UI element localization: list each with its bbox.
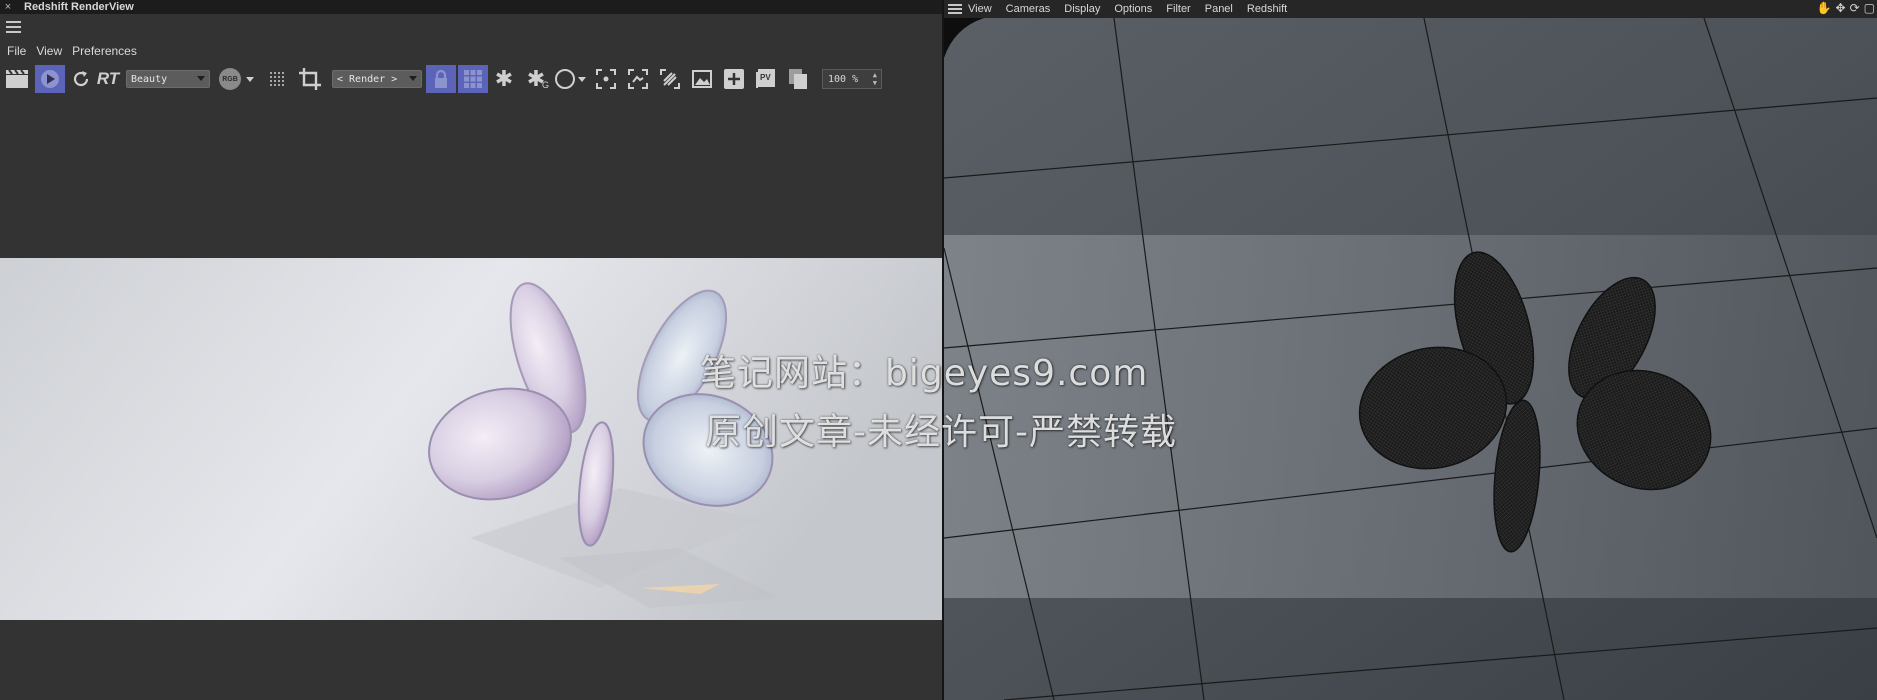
rotate-icon[interactable]: ⟳ — [1850, 1, 1860, 15]
menu-view[interactable]: View — [36, 44, 62, 58]
copy-icon[interactable] — [782, 65, 814, 93]
menu-view[interactable]: View — [968, 3, 992, 15]
focus-icon[interactable] — [590, 65, 622, 93]
viewport-hamburger-icon[interactable] — [948, 4, 962, 14]
hamburger-menu-icon[interactable] — [6, 21, 21, 33]
close-icon[interactable]: × — [0, 1, 16, 13]
render-select[interactable]: < Render > — [332, 70, 422, 88]
image-icon[interactable] — [686, 65, 718, 93]
chevron-down-icon — [197, 76, 205, 81]
menu-file[interactable]: File — [7, 44, 26, 58]
app-root: × Redshift RenderView File View Preferen… — [0, 0, 1877, 700]
snowflake-g-icon[interactable]: ✱ G — [520, 65, 552, 93]
focus-frame-icon[interactable] — [622, 65, 654, 93]
rgb-dropdown-arrow-icon[interactable] — [246, 76, 254, 82]
zoom-value: 100 % — [828, 73, 859, 85]
snowflake-icon[interactable]: ✱ — [488, 65, 520, 93]
zoom-spinner-icon[interactable]: ▲ ▼ — [873, 71, 877, 87]
render-view-titlebar: × Redshift RenderView — [0, 0, 942, 14]
watermark-line1: 笔记网站：bigeyes9.com — [700, 353, 1149, 394]
window-title: Redshift RenderView — [24, 1, 134, 13]
grid-button[interactable] — [458, 65, 488, 93]
move-icon[interactable]: ✥ — [1836, 1, 1846, 15]
circle-icon[interactable] — [552, 65, 578, 93]
clapper-icon[interactable] — [2, 65, 32, 93]
menu-preferences[interactable]: Preferences — [72, 44, 137, 58]
pv-label: PV — [760, 73, 771, 82]
rgb-button[interactable]: RGB — [216, 65, 244, 93]
rt-button[interactable]: RT — [94, 65, 122, 93]
panel-header — [0, 16, 942, 38]
aov-select[interactable]: Beauty — [126, 70, 210, 88]
dot-grid-icon[interactable] — [260, 65, 294, 93]
aov-select-value: Beauty — [131, 73, 168, 85]
circle-dropdown-arrow-icon[interactable] — [578, 76, 586, 82]
render-play-button[interactable] — [35, 65, 65, 93]
rgb-icon: RGB — [219, 68, 241, 90]
render-toolbar: RT Beauty RGB < Render > ✱ ✱ G PV 100 % … — [0, 64, 942, 94]
chevron-down-icon — [409, 76, 417, 81]
add-snapshot-icon[interactable] — [718, 65, 750, 93]
grid-icon — [464, 70, 482, 88]
render-view-menubar: File View Preferences — [0, 42, 942, 60]
viewport-menubar: View Cameras Display Options Filter Pane… — [944, 0, 1877, 18]
watermark-line2: 原创文章-未经许可-严禁转载 — [705, 412, 1177, 453]
viewport-nav-icons: ✋ ✥ ⟳ ▢ — [1817, 1, 1875, 15]
menu-redshift[interactable]: Redshift — [1247, 3, 1287, 15]
menu-display[interactable]: Display — [1064, 3, 1100, 15]
refresh-icon[interactable] — [68, 65, 94, 93]
pv-button[interactable]: PV — [750, 65, 782, 93]
menu-cameras[interactable]: Cameras — [1006, 3, 1051, 15]
maximize-icon[interactable]: ▢ — [1864, 1, 1875, 15]
lock-button[interactable] — [426, 65, 456, 93]
render-canvas-bottom — [0, 620, 942, 700]
zoom-field[interactable]: 100 % ▲ ▼ — [822, 69, 882, 89]
menu-panel[interactable]: Panel — [1205, 3, 1233, 15]
crop-icon[interactable] — [294, 65, 326, 93]
edit-icon[interactable] — [654, 65, 686, 93]
hand-icon[interactable]: ✋ — [1817, 1, 1832, 15]
play-icon — [41, 70, 59, 88]
menu-options[interactable]: Options — [1114, 3, 1152, 15]
lock-icon — [435, 69, 447, 88]
render-select-value: < Render > — [337, 73, 398, 85]
menu-filter[interactable]: Filter — [1166, 3, 1190, 15]
